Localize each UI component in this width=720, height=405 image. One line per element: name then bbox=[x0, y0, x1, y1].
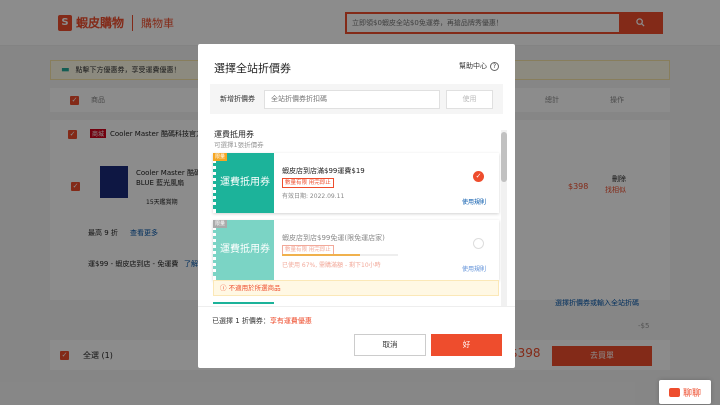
terms-link[interactable]: 使用規則 bbox=[462, 264, 486, 273]
usage-progress-fill bbox=[282, 254, 360, 256]
chat-icon bbox=[668, 387, 680, 397]
limited-tag: 限量 bbox=[213, 220, 228, 228]
radio-checked-icon[interactable]: ✓ bbox=[473, 171, 484, 182]
voucher-code-row: 新增折價券 使用 bbox=[210, 84, 503, 114]
cancel-button[interactable]: 取消 bbox=[354, 334, 426, 356]
usage-text: 已使用 67%, 需購滿額 - 剩下10小時 bbox=[282, 262, 381, 269]
voucher-expiry: 有效日期: 2022.09.11 bbox=[282, 193, 345, 200]
terms-link[interactable]: 使用規則 bbox=[462, 197, 486, 206]
voucher-modal: 選擇全站折價券 幫助中心 ? 新增折價券 使用 運費抵用券 可選擇1張折價券 運… bbox=[198, 44, 515, 368]
voucher-code-input[interactable] bbox=[264, 89, 440, 109]
chat-label: 聊聊 bbox=[682, 388, 701, 399]
info-icon: ⓘ bbox=[220, 284, 229, 292]
limited-tag: 限量 bbox=[213, 153, 228, 161]
voucher-list: 運費抵用券 可選擇1張折價券 運費抵用券 限量 蝦皮店到店滿$99運費$19 數… bbox=[210, 126, 509, 304]
voucher-card[interactable]: 運費抵用券 限量 蝦皮店到店$99免運(限免運店家) 數量有限 用完即止 已使用… bbox=[213, 220, 499, 280]
apply-code-button[interactable]: 使用 bbox=[446, 89, 493, 109]
help-label: 幫助中心 bbox=[459, 62, 487, 70]
selected-prefix: 已選擇 1 折價券： bbox=[212, 317, 270, 325]
help-center-link[interactable]: 幫助中心 ? bbox=[459, 61, 499, 71]
modal-footer: 已選擇 1 折價券：享有運費優惠 取消 好 bbox=[198, 306, 515, 368]
warning-text: 不適用於所選商品 bbox=[228, 284, 281, 292]
modal-title: 選擇全站折價券 bbox=[214, 62, 291, 75]
code-label: 新增折價券 bbox=[220, 95, 255, 103]
voucher-name: 蝦皮店到店滿$99運費$19 bbox=[282, 167, 365, 175]
voucher-name: 蝦皮店到店$99免運(限免運店家) bbox=[282, 234, 385, 242]
chat-button[interactable]: 聊聊 bbox=[659, 380, 711, 404]
question-icon: ? bbox=[490, 61, 499, 71]
voucher-stub: 運費抵用券 bbox=[213, 153, 274, 213]
section-subtitle: 可選擇1張折價券 bbox=[214, 141, 264, 149]
limited-pill: 數量有限 用完即止 bbox=[282, 178, 334, 188]
scrollbar-thumb[interactable] bbox=[501, 132, 507, 182]
radio-unchecked-icon[interactable] bbox=[473, 238, 484, 249]
usage-progress-bar bbox=[282, 254, 398, 256]
selected-value: 享有運費優惠 bbox=[269, 317, 312, 325]
voucher-card[interactable]: 運費抵用券 限量 蝦皮店到店滿$99運費$19 數量有限 用完即止 有效日期: … bbox=[213, 153, 499, 213]
not-applicable-warning: ⓘ 不適用於所選商品 bbox=[213, 280, 499, 296]
next-voucher-stub bbox=[213, 302, 274, 304]
scrollbar[interactable] bbox=[501, 130, 507, 306]
voucher-stub: 運費抵用券 bbox=[213, 220, 274, 280]
ok-button[interactable]: 好 bbox=[431, 334, 502, 356]
selected-summary: 已選擇 1 折價券：享有運費優惠 bbox=[212, 316, 312, 326]
